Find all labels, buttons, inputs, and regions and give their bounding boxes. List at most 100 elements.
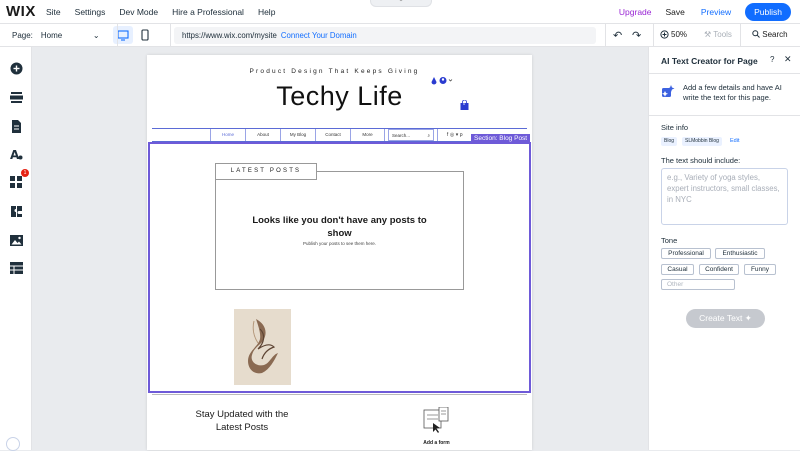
- toolbar-divider: [605, 24, 606, 47]
- apps-icon[interactable]: [9, 175, 23, 189]
- desktop-view-button[interactable]: [112, 26, 133, 44]
- pinterest-icon[interactable]: ρ: [460, 132, 464, 138]
- save-button[interactable]: Save: [666, 7, 685, 17]
- form-icon[interactable]: [423, 406, 449, 433]
- toolbar-divider: [117, 24, 118, 47]
- ai-text-creator-panel: AI Text Creator for Page ? ✕ Add a few d…: [648, 47, 800, 450]
- chevron-up-icon: ⌃: [398, 0, 404, 6]
- menu-settings[interactable]: Settings: [75, 7, 106, 17]
- undo-icon[interactable]: ↶: [613, 29, 622, 42]
- panel-title: AI Text Creator for Page: [661, 56, 758, 66]
- url-bar[interactable]: https://www.wix.com/mysite Connect Your …: [174, 27, 596, 44]
- search-button[interactable]: Search: [752, 30, 788, 39]
- add-elements-icon[interactable]: [9, 61, 23, 75]
- menu-help[interactable]: Help: [258, 7, 275, 17]
- pages-icon[interactable]: [9, 119, 23, 133]
- zoom-icon: [660, 30, 669, 39]
- close-icon[interactable]: ✕: [784, 54, 792, 65]
- menu-dev-mode[interactable]: Dev Mode: [119, 7, 158, 17]
- section-label[interactable]: Section: Blog Post: [471, 134, 531, 143]
- cms-icon[interactable]: [9, 261, 23, 275]
- site-info-chip-blog: Blog: [661, 137, 678, 146]
- collapse-topbar-handle[interactable]: ⌃: [370, 0, 432, 7]
- top-bar: WIX Site Settings Dev Mode Hire a Profes…: [0, 0, 800, 24]
- publish-button[interactable]: Publish: [745, 3, 791, 21]
- upgrade-link[interactable]: Upgrade: [619, 7, 652, 17]
- section-divider: [152, 394, 527, 395]
- connect-domain-link[interactable]: Connect Your Domain: [281, 31, 357, 40]
- mobile-view-button[interactable]: [135, 26, 155, 44]
- site-title[interactable]: Techy Life: [147, 81, 532, 112]
- redo-icon[interactable]: ↷: [632, 29, 641, 42]
- edit-site-info-link[interactable]: Edit: [730, 137, 739, 146]
- toolbar-divider: [740, 24, 741, 47]
- add-section-icon[interactable]: [9, 90, 23, 104]
- search-label: Search: [762, 30, 788, 39]
- tools-button[interactable]: ⚒ Tools: [704, 30, 732, 39]
- nav-search-placeholder: Search...: [392, 133, 411, 138]
- social-icons[interactable]: f◎▾ρ: [437, 129, 473, 141]
- no-posts-heading: Looks like you don't have any posts to s…: [252, 215, 427, 239]
- top-right-actions: Upgrade Save Preview Publish: [619, 0, 800, 24]
- media-icon[interactable]: [9, 233, 23, 247]
- nav-item-about[interactable]: About: [245, 129, 280, 141]
- preview-button[interactable]: Preview: [701, 7, 731, 17]
- nav-item-more[interactable]: More: [350, 129, 385, 141]
- menu-hire-professional[interactable]: Hire a Professional: [172, 7, 244, 17]
- site-tagline[interactable]: Product Design That Keeps Giving: [147, 68, 522, 75]
- latest-posts-label[interactable]: LATEST POSTS: [215, 163, 317, 180]
- tone-label: Tone: [661, 236, 678, 245]
- create-text-button[interactable]: Create Text ✦: [686, 309, 765, 328]
- include-label: The text should include:: [661, 156, 741, 165]
- zoom-control[interactable]: 50%: [660, 30, 687, 39]
- nav-item-home[interactable]: Home: [210, 129, 245, 141]
- toolbar-divider: [170, 24, 171, 47]
- search-icon: [752, 30, 760, 38]
- business-tools-icon[interactable]: [9, 204, 23, 218]
- create-text-label: Create Text: [699, 313, 743, 323]
- tone-funny[interactable]: Funny: [744, 264, 776, 275]
- menu-site[interactable]: Site: [46, 7, 61, 17]
- ai-assistant-icon[interactable]: [6, 437, 20, 451]
- tone-casual[interactable]: Casual: [661, 264, 694, 275]
- publish-hint: Publish your posts to see them here.: [302, 241, 377, 246]
- top-menu: Site Settings Dev Mode Hire a Profession…: [46, 7, 289, 17]
- nav-item-my-blog[interactable]: My Blog: [280, 129, 315, 141]
- desktop-icon: [117, 29, 129, 41]
- site-canvas: Product Design That Keeps Giving Techy L…: [147, 55, 532, 450]
- chevron-down-icon[interactable]: ⌄: [93, 31, 109, 40]
- nav-item-contact[interactable]: Contact: [315, 129, 350, 141]
- notification-badge: 1: [21, 169, 29, 177]
- site-info-label: Site info: [661, 123, 689, 132]
- page-selector[interactable]: Home: [41, 31, 93, 40]
- search-icon: ⌕: [427, 133, 430, 138]
- theme-icon[interactable]: A: [9, 147, 23, 161]
- cart-count: 0: [463, 101, 466, 106]
- tone-enthusiastic[interactable]: Enthusiastic: [715, 248, 765, 259]
- help-icon[interactable]: ?: [770, 55, 774, 64]
- site-url: https://www.wix.com/mysite: [182, 31, 277, 40]
- add-form-label[interactable]: Add a form: [409, 440, 464, 446]
- wix-logo[interactable]: WIX: [6, 3, 46, 20]
- editor-toolbar: Page: Home ⌄ https://www.wix.com/mysite …: [0, 24, 800, 47]
- zoom-level: 50%: [671, 30, 688, 39]
- login-avatar-icon[interactable]: [431, 72, 453, 90]
- mobile-icon: [141, 29, 149, 41]
- tools-icon: ⚒: [704, 30, 712, 39]
- site-info-chip-name: SLMobbin Blog: [682, 137, 722, 146]
- nav-search-input[interactable]: Search... ⌕: [388, 129, 434, 141]
- page-label: Page:: [12, 30, 33, 40]
- tone-other-input[interactable]: Other: [661, 279, 735, 290]
- ai-sparkle-icon: [661, 85, 675, 104]
- sparkle-icon: ✦: [744, 313, 752, 323]
- include-text-field[interactable]: e.g., Variety of yoga styles, expert ins…: [661, 168, 788, 225]
- tone-confident[interactable]: Confident: [699, 264, 739, 275]
- newsletter-heading[interactable]: Stay Updated with the Latest Posts: [187, 408, 297, 434]
- panel-divider: [649, 115, 800, 116]
- sculpture-image[interactable]: [234, 309, 291, 385]
- toolbar-divider: [653, 24, 654, 47]
- panel-intro: Add a few details and have AI write the …: [683, 83, 782, 102]
- tools-label: Tools: [713, 30, 732, 39]
- tone-professional[interactable]: Professional: [661, 248, 711, 259]
- cart-icon[interactable]: 0: [460, 97, 469, 110]
